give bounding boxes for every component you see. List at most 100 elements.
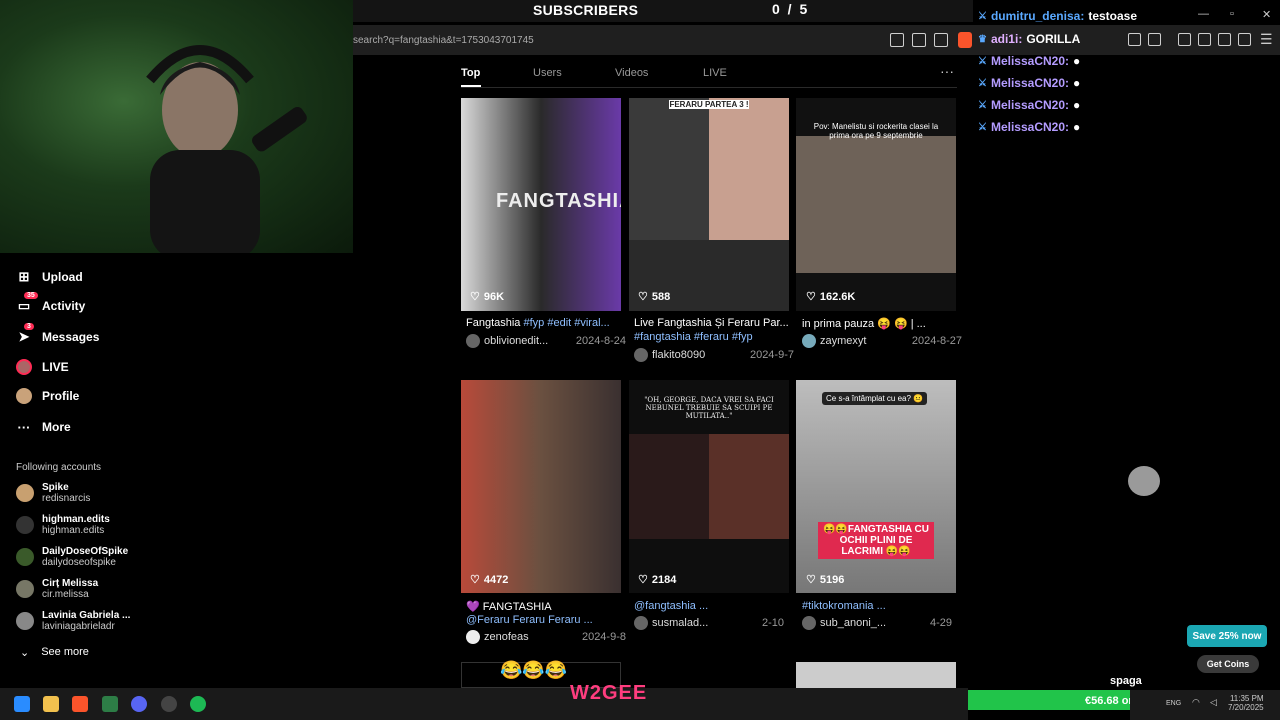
see-more-button[interactable]: ⌄ See more bbox=[20, 646, 89, 659]
subscribers-label: SUBSCRIBERS bbox=[533, 2, 639, 18]
crown-icon: ♛ bbox=[978, 33, 987, 45]
brave-shield-icon[interactable] bbox=[958, 32, 972, 48]
file-explorer-icon[interactable] bbox=[43, 696, 59, 712]
video-caption[interactable]: 💜 FANGTASHIA bbox=[466, 600, 626, 613]
emote-icon: ● bbox=[1073, 98, 1081, 112]
likes-count: ♡ 96K bbox=[470, 290, 505, 304]
obs-icon[interactable] bbox=[161, 696, 177, 712]
save-promo-button[interactable]: Save 25% now bbox=[1187, 625, 1267, 647]
chat-message: ♛ adi1i: GORILLA bbox=[978, 32, 1081, 46]
get-coins-button[interactable]: Get Coins bbox=[1197, 655, 1259, 673]
subscribers-banner bbox=[353, 0, 973, 22]
discord-icon[interactable] bbox=[131, 696, 147, 712]
emote-icon bbox=[1128, 466, 1160, 496]
video-author[interactable]: zenofeas bbox=[466, 630, 529, 644]
emote-icon: ● bbox=[1073, 54, 1081, 68]
chevron-down-icon: ⌄ bbox=[20, 647, 30, 659]
sidebar-item-upload[interactable]: ⊞ Upload bbox=[16, 265, 83, 289]
avatar bbox=[16, 484, 34, 502]
inbox-icon: ▭ 35 bbox=[16, 292, 38, 314]
sidebar-item-more[interactable]: ··· More bbox=[16, 415, 71, 439]
avatar bbox=[466, 334, 480, 348]
maximize-icon[interactable]: ▫ bbox=[1230, 8, 1234, 20]
video-meta: flakito8090 2024-9-7 bbox=[634, 348, 794, 362]
url-text[interactable]: search?q=fangtashia&t=1753043701745 bbox=[353, 35, 534, 46]
following-account[interactable]: highman.edits highman.edits bbox=[16, 514, 110, 536]
language-indicator[interactable]: ENG bbox=[1166, 700, 1181, 707]
video-thumbnail[interactable]: Pov: Manelistu si rockerita clasei la pr… bbox=[796, 98, 956, 311]
video-meta: sub_anoni_... 4-29 bbox=[802, 616, 952, 630]
video-author[interactable]: oblivionedit... bbox=[466, 334, 548, 348]
menu-icon[interactable]: ☰ bbox=[1260, 31, 1273, 48]
avatar bbox=[16, 516, 34, 534]
avatar bbox=[16, 612, 34, 630]
sidebar-item-live[interactable]: LIVE bbox=[16, 355, 69, 379]
music-icon[interactable] bbox=[1178, 33, 1191, 46]
video-author[interactable]: zaymexyt bbox=[802, 334, 866, 348]
brave-browser-icon[interactable] bbox=[72, 696, 88, 712]
video-thumbnail[interactable]: "OH, GEORGE, DACA VREI SA FACI NEBUNEL T… bbox=[629, 380, 789, 593]
vpn-icon[interactable] bbox=[1238, 33, 1251, 46]
sword-icon: ⚔ bbox=[978, 99, 987, 111]
close-icon[interactable]: ✕ bbox=[1262, 8, 1271, 21]
w2gee-watermark: W2GEE bbox=[570, 682, 648, 704]
following-account[interactable]: DailyDoseOfSpike dailydoseofspike bbox=[16, 546, 128, 568]
activity-badge: 35 bbox=[24, 292, 38, 299]
sword-icon: ⚔ bbox=[978, 77, 987, 89]
sidebar-item-profile[interactable]: Profile bbox=[16, 384, 79, 408]
following-account[interactable]: Lavinia Gabriela ... laviniagabrieladr bbox=[16, 610, 130, 632]
profile-avatar-icon bbox=[16, 388, 32, 404]
clock[interactable]: 11:35 PM 7/20/2025 bbox=[1228, 694, 1264, 712]
sidebar-item-messages[interactable]: ➤ 3 Messages bbox=[16, 323, 99, 349]
thumbnail-overlay-text: "OH, GEORGE, DACA VREI SA FACI NEBUNEL T… bbox=[644, 396, 774, 420]
ai-icon[interactable] bbox=[1218, 33, 1231, 46]
tab-videos[interactable]: Videos bbox=[615, 67, 648, 79]
chat-message: ⚔ MelissaCN20: ● bbox=[978, 76, 1081, 90]
tab-users[interactable]: Users bbox=[533, 67, 562, 79]
video-hashtags[interactable]: #fangtashia #feraru #fyp bbox=[634, 331, 794, 343]
windows-start-icon[interactable] bbox=[14, 696, 30, 712]
tab-live[interactable]: LIVE bbox=[703, 67, 727, 79]
more-options-icon[interactable]: ··· bbox=[940, 63, 954, 79]
video-author[interactable]: flakito8090 bbox=[634, 348, 705, 362]
heart-icon: ♡ bbox=[470, 291, 480, 303]
video-thumbnail[interactable]: FERARU PARTEA 3 ! bbox=[629, 98, 789, 311]
no-translate-icon[interactable] bbox=[890, 33, 904, 47]
video-author[interactable]: susmalad... bbox=[634, 616, 708, 630]
cast-icon[interactable] bbox=[912, 33, 926, 47]
screen: { "overlay": {"subscribers_label": "SUBS… bbox=[0, 0, 1280, 720]
wallet-icon[interactable] bbox=[1198, 33, 1211, 46]
sword-icon: ⚔ bbox=[978, 55, 987, 67]
extensions-icon[interactable] bbox=[1128, 33, 1141, 46]
video-caption[interactable]: @fangtashia ... bbox=[634, 600, 794, 612]
video-caption[interactable]: Live Fangtashia Și Feraru Par... bbox=[634, 317, 794, 329]
video-caption[interactable]: #tiktokromania ... bbox=[802, 600, 962, 612]
chat-message: ⚔ MelissaCN20: ● bbox=[978, 120, 1081, 134]
video-thumbnail[interactable] bbox=[461, 380, 621, 593]
send-icon: ➤ 3 bbox=[16, 323, 34, 345]
video-thumbnail[interactable]: FANGTASHIA bbox=[461, 98, 621, 311]
following-account[interactable]: Spike redisnarcis bbox=[16, 482, 90, 504]
video-hashtags[interactable]: @Feraru Feraru Feraru ... bbox=[466, 614, 626, 626]
excel-icon[interactable] bbox=[102, 696, 118, 712]
wifi-icon[interactable]: ◠ bbox=[1192, 697, 1200, 708]
tab-top[interactable]: Top bbox=[461, 67, 480, 79]
volume-icon[interactable]: ◁ bbox=[1210, 697, 1217, 708]
video-author[interactable]: sub_anoni_... bbox=[802, 616, 886, 630]
video-thumbnail[interactable] bbox=[796, 662, 956, 688]
emote-icon: ● bbox=[1073, 76, 1081, 90]
heart-icon: ♡ bbox=[638, 574, 648, 586]
likes-count: ♡ 2184 bbox=[638, 573, 677, 587]
spotify-icon[interactable] bbox=[190, 696, 206, 712]
video-caption[interactable]: Fangtashia #fyp #edit #viral... bbox=[466, 317, 626, 329]
sidebar-item-activity[interactable]: ▭ 35 Activity bbox=[16, 292, 85, 318]
more-dots-icon: ··· bbox=[17, 419, 31, 435]
share-icon[interactable] bbox=[934, 33, 948, 47]
video-caption[interactable]: in prima pauza 😝 😝 | ... bbox=[802, 317, 962, 330]
emote-icon: ● bbox=[1073, 120, 1081, 134]
thumbnail-overlay-text: FANGTASHIA bbox=[496, 190, 621, 212]
video-thumbnail[interactable]: Ce s-a întâmplat cu ea? 😐 😝😝FANGTASHIA C… bbox=[796, 380, 956, 593]
following-account[interactable]: Cirț Melissa cir.melissa bbox=[16, 578, 98, 600]
minimize-icon[interactable]: — bbox=[1198, 8, 1209, 20]
sidebar-icon[interactable] bbox=[1148, 33, 1161, 46]
